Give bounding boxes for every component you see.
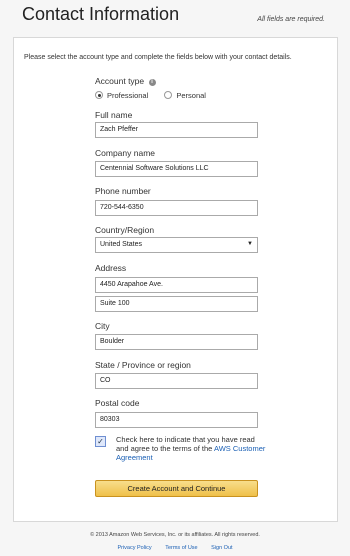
- country-select-value: United States: [100, 241, 143, 248]
- address-label: Address: [95, 263, 127, 273]
- info-icon[interactable]: i: [148, 79, 156, 86]
- company-name-label: Company name: [95, 148, 156, 158]
- checkmark-icon: ✓: [97, 437, 104, 446]
- contact-form-panel: Please select the account type and compl…: [13, 37, 338, 522]
- caret-down-icon: ▼: [247, 241, 253, 247]
- full-name-label: Full name: [95, 110, 133, 120]
- radio-personal[interactable]: Personal: [164, 91, 206, 100]
- address-line2-input[interactable]: Suite 100: [95, 296, 258, 312]
- state-label: State / Province or region: [95, 360, 191, 370]
- city-label: City: [95, 321, 110, 331]
- account-type-radio-group: Professional Personal: [95, 91, 220, 100]
- phone-number-label: Phone number: [95, 186, 151, 196]
- country-label: Country/Region: [95, 225, 155, 235]
- create-account-button[interactable]: Create Account and Continue: [95, 480, 258, 497]
- privacy-policy-link[interactable]: Privacy Policy: [117, 545, 151, 551]
- agreement-text: Check here to indicate that you have rea…: [116, 435, 266, 462]
- agreement-checkbox[interactable]: ✓: [95, 436, 106, 447]
- radio-button-professional[interactable]: [95, 91, 103, 99]
- phone-number-input[interactable]: 720-544-6350: [95, 200, 258, 216]
- full-name-input[interactable]: Zach Pfeffer: [95, 122, 258, 138]
- required-note: All fields are required.: [257, 16, 325, 23]
- company-name-input[interactable]: Centennial Software Solutions LLC: [95, 161, 258, 177]
- radio-professional[interactable]: Professional: [95, 91, 148, 100]
- postal-code-input[interactable]: 80303: [95, 412, 258, 428]
- state-input[interactable]: CO: [95, 373, 258, 389]
- country-select[interactable]: United States ▼: [95, 237, 258, 253]
- postal-code-label: Postal code: [95, 398, 140, 408]
- address-line1-input[interactable]: 4450 Arapahoe Ave.: [95, 277, 258, 293]
- page-title: Contact Information: [22, 4, 180, 24]
- footer-links: Privacy Policy Terms of Use Sign Out: [0, 545, 350, 551]
- page-header: Contact Information All fields are requi…: [0, 0, 350, 33]
- city-input[interactable]: Boulder: [95, 334, 258, 350]
- radio-button-personal[interactable]: [164, 91, 173, 99]
- sign-out-link[interactable]: Sign Out: [211, 545, 232, 551]
- footer-copyright: © 2013 Amazon Web Services, Inc. or its …: [90, 532, 260, 538]
- terms-of-use-link[interactable]: Terms of Use: [165, 545, 197, 551]
- intro-text: Please select the account type and compl…: [24, 54, 292, 61]
- account-type-label: Account type i: [95, 76, 156, 86]
